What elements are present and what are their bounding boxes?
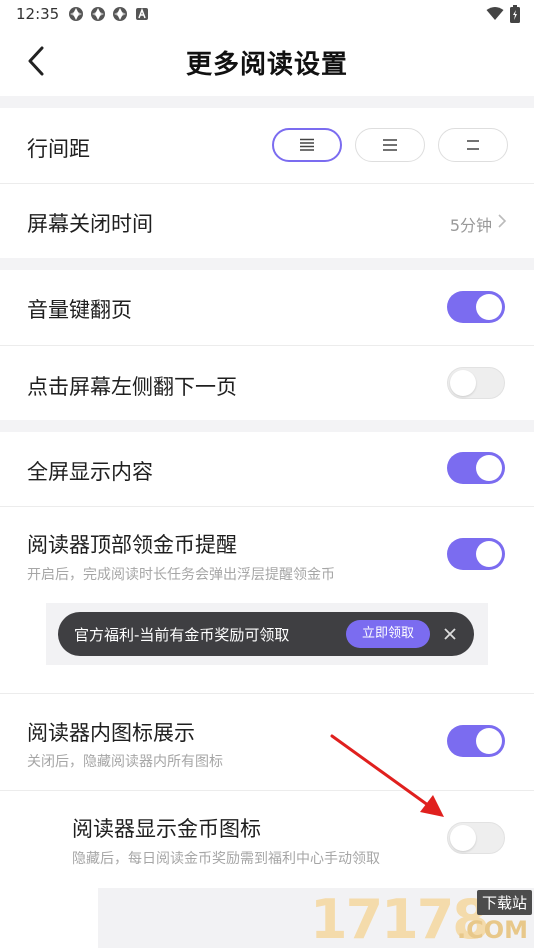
wide-spacing-icon (300, 138, 314, 151)
chevron-right-icon (498, 214, 507, 228)
spacing-option-wide[interactable] (272, 128, 342, 162)
tap-left-label: 点击屏幕左侧翻下一页 (27, 375, 237, 399)
coin-banner-preview: 官方福利-当前有金币奖励可领取 立即领取 (58, 612, 474, 656)
medium-spacing-icon (383, 139, 397, 151)
red-arrow-annotation (330, 734, 444, 817)
divider (0, 345, 534, 346)
section-gap (0, 258, 534, 270)
divider (0, 693, 534, 694)
banner-text: 官方福利-当前有金币奖励可领取 (74, 626, 290, 644)
site-watermark: 17178 下载站 .COM (306, 886, 534, 950)
status-bar: 12:35 (0, 0, 534, 28)
fullscreen-toggle[interactable] (447, 452, 505, 484)
wifi-icon (486, 7, 504, 20)
icon-display-label: 阅读器内图标展示 (27, 721, 195, 745)
line-spacing-label: 行间距 (27, 137, 90, 161)
battery-icon (510, 5, 520, 23)
toggle-knob (476, 455, 502, 481)
app-icon (113, 7, 127, 21)
coin-reminder-desc: 开启后，完成阅读时长任务会弹出浮层提醒领金币 (27, 567, 335, 583)
section-gap (0, 420, 534, 432)
section-gap (0, 96, 534, 108)
status-right (486, 5, 520, 23)
icon-display-desc: 关闭后，隐藏阅读器内所有图标 (27, 754, 223, 770)
coin-icon-label: 阅读器显示金币图标 (72, 817, 261, 841)
toggle-knob (476, 728, 502, 754)
claim-now-button[interactable]: 立即领取 (346, 620, 430, 648)
volume-key-toggle[interactable] (447, 291, 505, 323)
coin-icon-desc: 隐藏后，每日阅读金币奖励需到福利中心手动领取 (72, 851, 380, 867)
toggle-knob (476, 294, 502, 320)
app-icon (69, 7, 83, 21)
tap-left-toggle[interactable] (447, 367, 505, 399)
coin-reminder-toggle[interactable] (447, 538, 505, 570)
a-badge-icon (136, 7, 148, 20)
divider (0, 506, 534, 507)
fullscreen-label: 全屏显示内容 (27, 460, 153, 484)
toggle-knob (450, 825, 476, 851)
spacing-option-narrow[interactable] (438, 128, 508, 162)
narrow-spacing-icon (467, 140, 479, 150)
toggle-knob (476, 541, 502, 567)
watermark-tag: 下载站 (476, 890, 532, 915)
toggle-knob (450, 370, 476, 396)
screen-off-value[interactable]: 5分钟 (450, 212, 492, 236)
page-title: 更多阅读设置 (185, 50, 348, 80)
watermark-suffix: .COM (456, 916, 528, 944)
close-icon[interactable] (442, 624, 458, 644)
status-time: 12:35 (16, 5, 60, 23)
header: 更多阅读设置 (0, 28, 534, 96)
coin-reminder-label: 阅读器顶部领金币提醒 (27, 533, 237, 557)
screen-off-label: 屏幕关闭时间 (27, 212, 153, 236)
app-icon (91, 7, 105, 21)
spacing-option-medium[interactable] (355, 128, 425, 162)
divider (0, 183, 534, 184)
notification-icons (68, 6, 150, 22)
volume-key-label: 音量键翻页 (27, 298, 132, 322)
